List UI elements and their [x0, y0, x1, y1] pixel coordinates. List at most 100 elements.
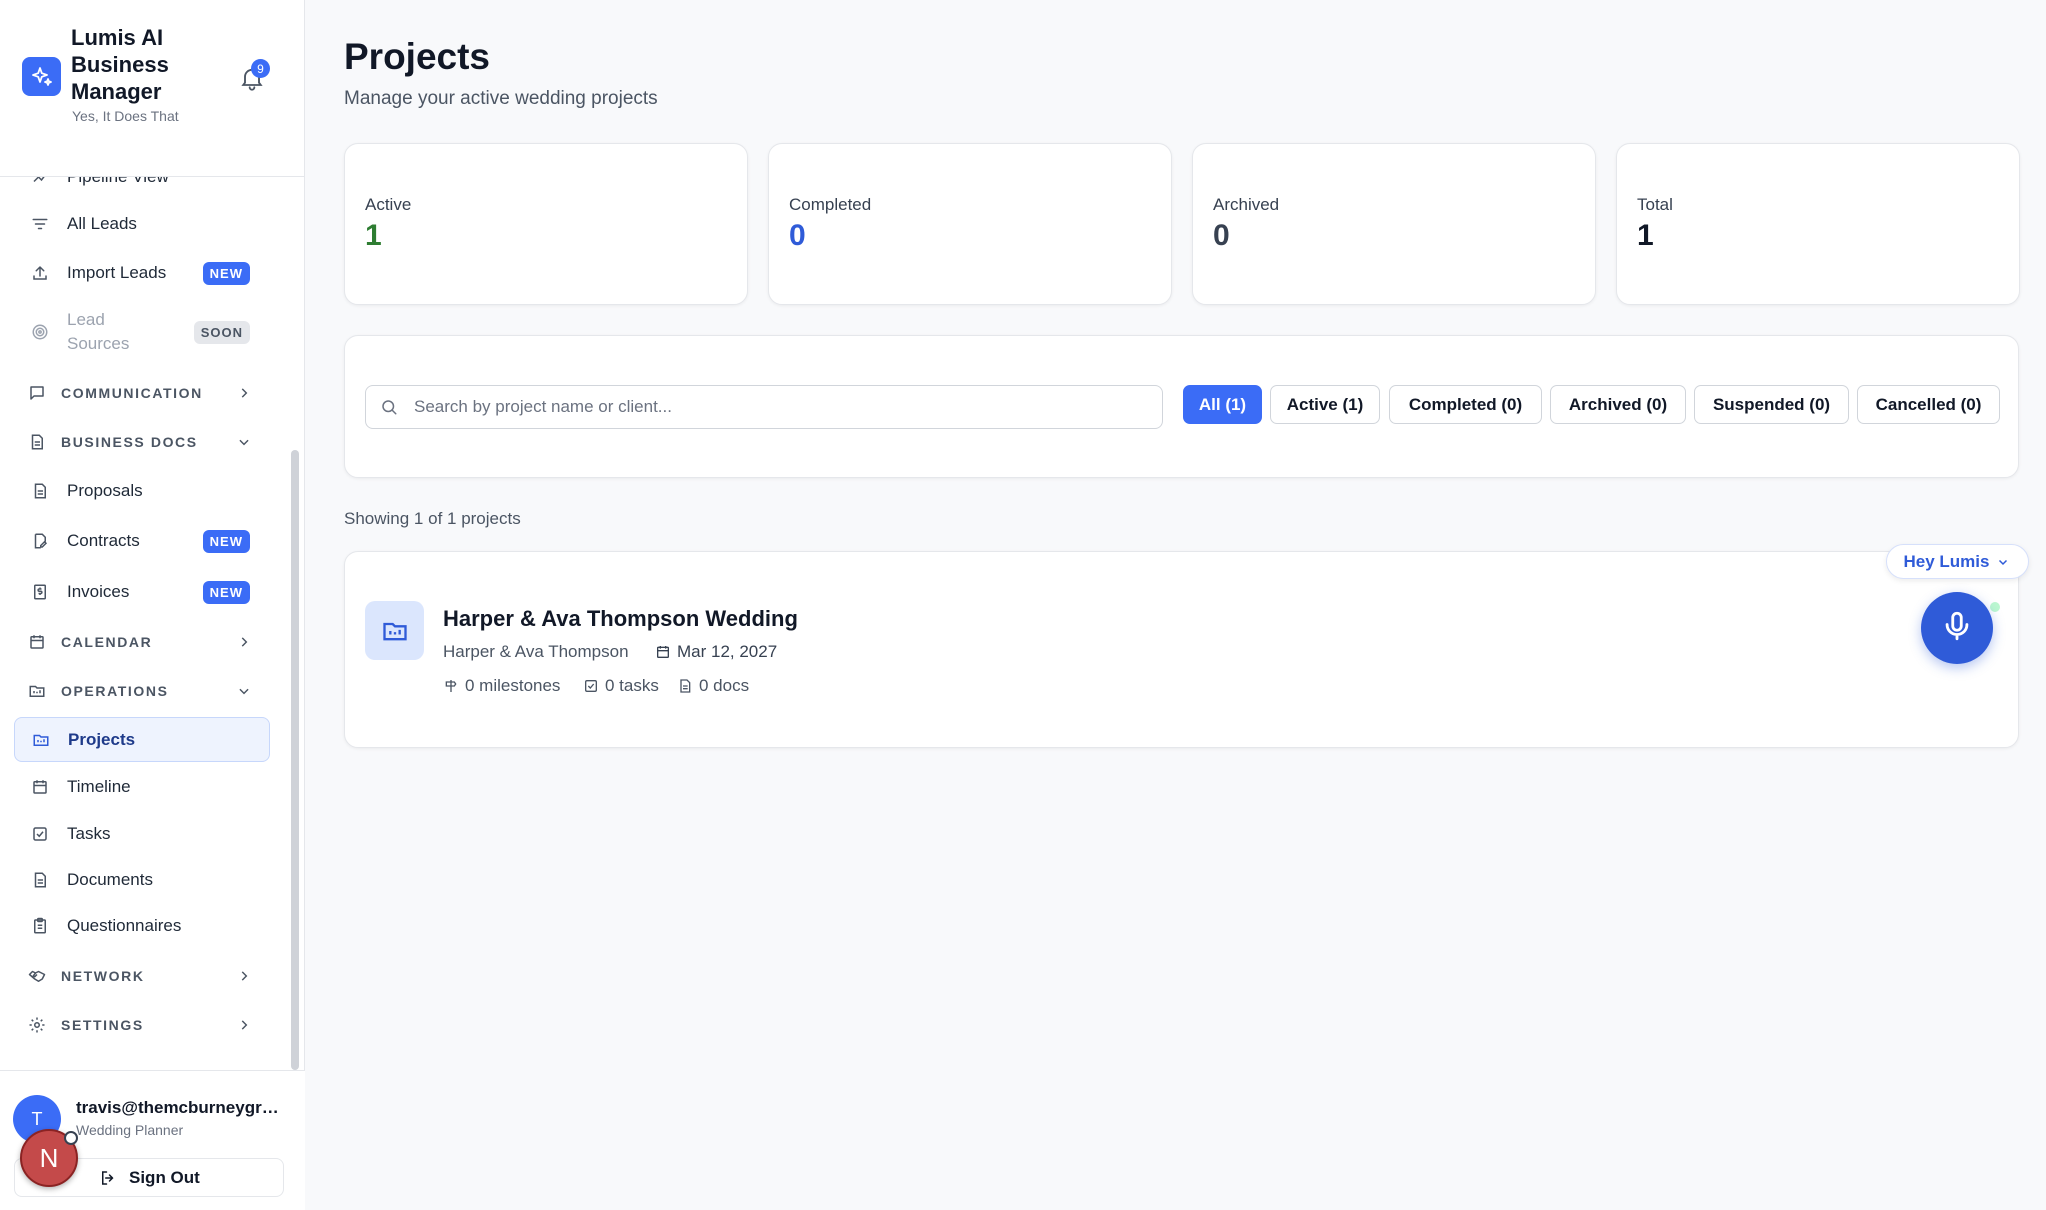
search-input[interactable]: [414, 397, 1154, 417]
sidebar-item-label: Tasks: [67, 824, 111, 843]
search-icon: [380, 397, 400, 417]
sidebar: Lumis AI Business Manager Yes, It Does T…: [0, 0, 305, 1210]
sidebar-nav: Pipeline View All Leads Import Leads NEW…: [0, 177, 290, 1070]
chevron-right-icon: [236, 968, 252, 984]
filter-chip-archived[interactable]: Archived (0): [1550, 385, 1686, 424]
project-date-text: Mar 12, 2027: [677, 642, 778, 661]
sidebar-item-label: Lead Sources: [67, 310, 130, 353]
page-title: Projects: [344, 36, 491, 77]
stat-label: Archived: [1213, 195, 1280, 214]
project-folder-icon: [30, 729, 52, 751]
overlay-status-dot: [64, 1131, 78, 1145]
chevron-right-icon: [236, 385, 252, 401]
new-badge: NEW: [202, 261, 250, 285]
section-business-docs[interactable]: BUSINESS DOCS: [14, 422, 270, 462]
pipeline-icon: [29, 177, 51, 188]
new-badge: NEW: [202, 580, 250, 604]
section-label: COMMUNICATION: [61, 385, 203, 401]
stat-card-completed: Completed 0: [768, 143, 1172, 305]
sidebar-item-timeline[interactable]: Timeline: [14, 765, 270, 809]
hey-lumis-button[interactable]: Hey Lumis: [1886, 544, 2029, 579]
document-icon: [26, 431, 48, 453]
sidebar-item-label: All Leads: [67, 214, 137, 233]
project-title[interactable]: Harper & Ava Thompson Wedding: [443, 606, 798, 632]
project-folder-icon: [26, 680, 48, 702]
document-icon: [29, 869, 51, 891]
sidebar-item-pipeline-view[interactable]: Pipeline View: [14, 177, 270, 197]
sidebar-item-all-leads[interactable]: All Leads: [14, 202, 270, 246]
project-docs: 0 docs: [677, 676, 749, 696]
sidebar-item-label: Pipeline View: [67, 177, 169, 187]
section-settings[interactable]: SETTINGS: [14, 1005, 270, 1045]
document-icon: [677, 677, 695, 695]
notification-count-badge: 9: [251, 59, 270, 78]
filter-chip-all[interactable]: All (1): [1183, 385, 1262, 424]
clipboard-icon: [29, 915, 51, 937]
milestones-text: 0 milestones: [465, 676, 561, 695]
filter-chip-completed[interactable]: Completed (0): [1389, 385, 1542, 424]
docs-text: 0 docs: [699, 676, 750, 695]
chevron-right-icon: [236, 1017, 252, 1033]
sidebar-item-lead-sources[interactable]: Lead Sources SOON: [14, 304, 270, 360]
filter-chip-suspended[interactable]: Suspended (0): [1694, 385, 1849, 424]
microphone-button[interactable]: [1921, 592, 1993, 664]
stat-label: Total: [1637, 195, 1673, 214]
soon-badge: SOON: [193, 320, 250, 344]
calendar-icon: [29, 776, 51, 798]
section-communication[interactable]: COMMUNICATION: [14, 373, 270, 413]
microphone-icon: [1940, 609, 1974, 648]
project-client: Harper & Ava Thompson: [443, 642, 629, 661]
stat-value: 0: [1213, 219, 1230, 252]
sidebar-item-proposals[interactable]: Proposals: [14, 469, 270, 513]
stat-card-active: Active 1: [344, 143, 748, 305]
sidebar-item-label: Import Leads: [67, 263, 167, 282]
sidebar-item-questionnaires[interactable]: Questionnaires: [14, 904, 270, 948]
filter-panel: All (1) Active (1) Completed (0) Archive…: [344, 335, 2019, 478]
chevron-down-icon: [1997, 555, 2011, 569]
sign-out-icon: [99, 1168, 119, 1188]
sidebar-item-contracts[interactable]: Contracts NEW: [14, 517, 270, 565]
section-label: CALENDAR: [61, 634, 153, 650]
section-network[interactable]: NETWORK: [14, 956, 270, 996]
project-card[interactable]: Harper & Ava Thompson Wedding Harper & A…: [344, 551, 2019, 748]
sidebar-item-label: Invoices: [67, 582, 130, 601]
sidebar-item-import-leads[interactable]: Import Leads NEW: [14, 250, 270, 296]
sidebar-item-label: Projects: [68, 729, 136, 749]
filter-chip-cancelled[interactable]: Cancelled (0): [1857, 385, 2000, 424]
contract-icon: [29, 530, 51, 552]
tasks-text: 0 tasks: [605, 676, 659, 695]
sidebar-item-invoices[interactable]: Invoices NEW: [14, 568, 270, 616]
stat-value: 0: [789, 219, 806, 252]
project-milestones: 0 milestones: [443, 676, 560, 696]
upload-icon: [29, 262, 51, 284]
section-label: SETTINGS: [61, 1017, 144, 1033]
sidebar-scrollbar[interactable]: [291, 450, 299, 1070]
invoice-icon: [29, 581, 51, 603]
message-square-icon: [26, 382, 48, 404]
sidebar-item-documents[interactable]: Documents: [14, 858, 270, 902]
filter-chip-active[interactable]: Active (1): [1270, 385, 1380, 424]
results-count: Showing 1 of 1 projects: [344, 509, 521, 528]
sign-out-label: Sign Out: [129, 1167, 200, 1187]
handshake-icon: [26, 965, 48, 987]
section-calendar[interactable]: CALENDAR: [14, 622, 270, 662]
chevron-right-icon: [236, 634, 252, 650]
document-icon: [29, 480, 51, 502]
sidebar-item-tasks[interactable]: Tasks: [14, 812, 270, 856]
filter-lines-icon: [29, 213, 51, 235]
target-icon: [29, 321, 51, 343]
gear-icon: [26, 1014, 48, 1036]
sidebar-item-label: Questionnaires: [67, 916, 182, 935]
new-badge: NEW: [202, 529, 250, 553]
stat-label: Completed: [789, 195, 872, 214]
sidebar-item-label: Proposals: [67, 481, 143, 500]
check-square-icon: [583, 677, 601, 695]
stat-value: 1: [1637, 219, 1654, 252]
project-date: Mar 12, 2027: [655, 642, 777, 662]
sidebar-item-projects[interactable]: Projects: [14, 717, 270, 762]
section-label: BUSINESS DOCS: [61, 434, 198, 450]
search-box[interactable]: [365, 385, 1163, 429]
section-operations[interactable]: OPERATIONS: [14, 671, 270, 711]
project-tasks: 0 tasks: [583, 676, 659, 696]
calendar-icon: [655, 643, 673, 661]
